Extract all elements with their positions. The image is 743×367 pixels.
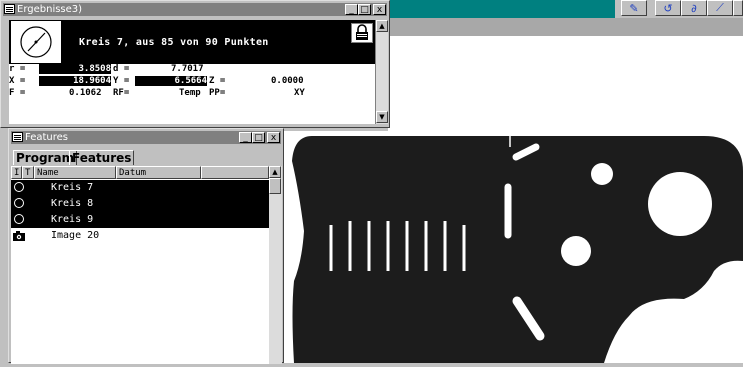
circle-icon [14, 198, 24, 208]
z-label: Z = [209, 76, 226, 86]
minimize-button[interactable]: _ [345, 4, 358, 15]
workspace [388, 36, 743, 131]
toolbar-strip [388, 18, 743, 36]
scroll-down-arrow-icon[interactable]: ▼ [376, 111, 388, 123]
features-scrollbar[interactable]: ▲ [269, 166, 282, 364]
list-item[interactable]: Kreis 7 [11, 180, 269, 196]
camera-image-view[interactable] [284, 131, 743, 363]
circle-icon [14, 182, 24, 192]
results-values: r = 3.8508 d = 7.7017 X = 18.9604 Y = 6.… [9, 64, 375, 124]
features-title-bar[interactable]: Features _ □ x [11, 131, 281, 144]
column-header-i[interactable]: I [11, 166, 22, 179]
maximize-button[interactable]: □ [252, 132, 265, 143]
column-header-t[interactable]: T [22, 166, 34, 179]
results-title-bar[interactable]: Ergebnisse3) _ □ x [3, 3, 387, 16]
f-value: 0.1062 [69, 88, 102, 98]
pp-label: PP= [209, 88, 226, 98]
features-title: Features [25, 132, 68, 143]
y-label: Y = [113, 76, 130, 86]
scroll-up-arrow-icon[interactable]: ▲ [269, 166, 281, 178]
toolbar: ✎ ↺ ∂ ⟋ [615, 0, 743, 18]
results-scrollbar[interactable]: ▲ ▼ [375, 20, 388, 124]
circle-feature-icon [11, 21, 61, 63]
toolbar-overflow[interactable] [733, 0, 743, 16]
curve-tool-icon[interactable]: ∂ [681, 0, 707, 16]
measured-part-image [292, 136, 743, 363]
line-tool-icon[interactable]: ⟋ [707, 0, 733, 16]
z-value: 0.0000 [271, 76, 304, 86]
scroll-up-arrow-icon[interactable]: ▲ [376, 20, 388, 32]
pen-icon[interactable]: ✎ [621, 0, 647, 16]
circle-tool-icon[interactable]: ↺ [655, 0, 681, 16]
list-item[interactable]: Kreis 9 [11, 212, 269, 228]
x-value: 18.9604 [39, 76, 111, 86]
results-headline: Kreis 7, aus 85 von 90 Punkten [79, 37, 269, 48]
results-title: Ergebnisse3) [17, 4, 83, 15]
list-item[interactable]: Kreis 8 [11, 196, 269, 212]
tab-features[interactable]: Features [69, 150, 135, 165]
close-button[interactable]: x [373, 4, 386, 15]
temp-label: Temp [179, 88, 201, 98]
d-value: 7.7017 [171, 64, 204, 74]
column-header-datum[interactable]: Datum [116, 166, 201, 179]
features-list: I T Name Datum Kreis 7 Kreis 8 Kreis 9 I… [11, 166, 269, 364]
list-window-icon [12, 132, 23, 142]
r-label: r = [9, 64, 26, 74]
lock-icon[interactable] [351, 23, 373, 43]
scroll-thumb[interactable] [269, 178, 281, 194]
column-header-name[interactable]: Name [34, 166, 116, 179]
camera-icon [13, 231, 25, 247]
results-window: Ergebnisse3) _ □ x Kreis 7, aus 85 von 9… [0, 0, 390, 128]
r-value: 3.8508 [39, 64, 111, 74]
list-item[interactable]: Image 20 [11, 228, 269, 244]
plane-value: XY [294, 88, 305, 98]
calculator-icon [4, 4, 15, 14]
x-label: X = [9, 76, 26, 86]
d-label: d = [113, 64, 130, 74]
f-label: F = [9, 88, 26, 98]
maximize-button[interactable]: □ [358, 4, 371, 15]
y-value: 6.5664 [135, 76, 207, 86]
circle-icon [14, 214, 24, 224]
tab-program[interactable]: Program [13, 150, 78, 165]
minimize-button[interactable]: _ [239, 132, 252, 143]
close-button[interactable]: x [267, 132, 280, 143]
rf-label: RF= [113, 88, 130, 98]
column-header-empty [201, 166, 269, 179]
features-window: Features _ □ x Program Features I T Name… [8, 128, 284, 364]
